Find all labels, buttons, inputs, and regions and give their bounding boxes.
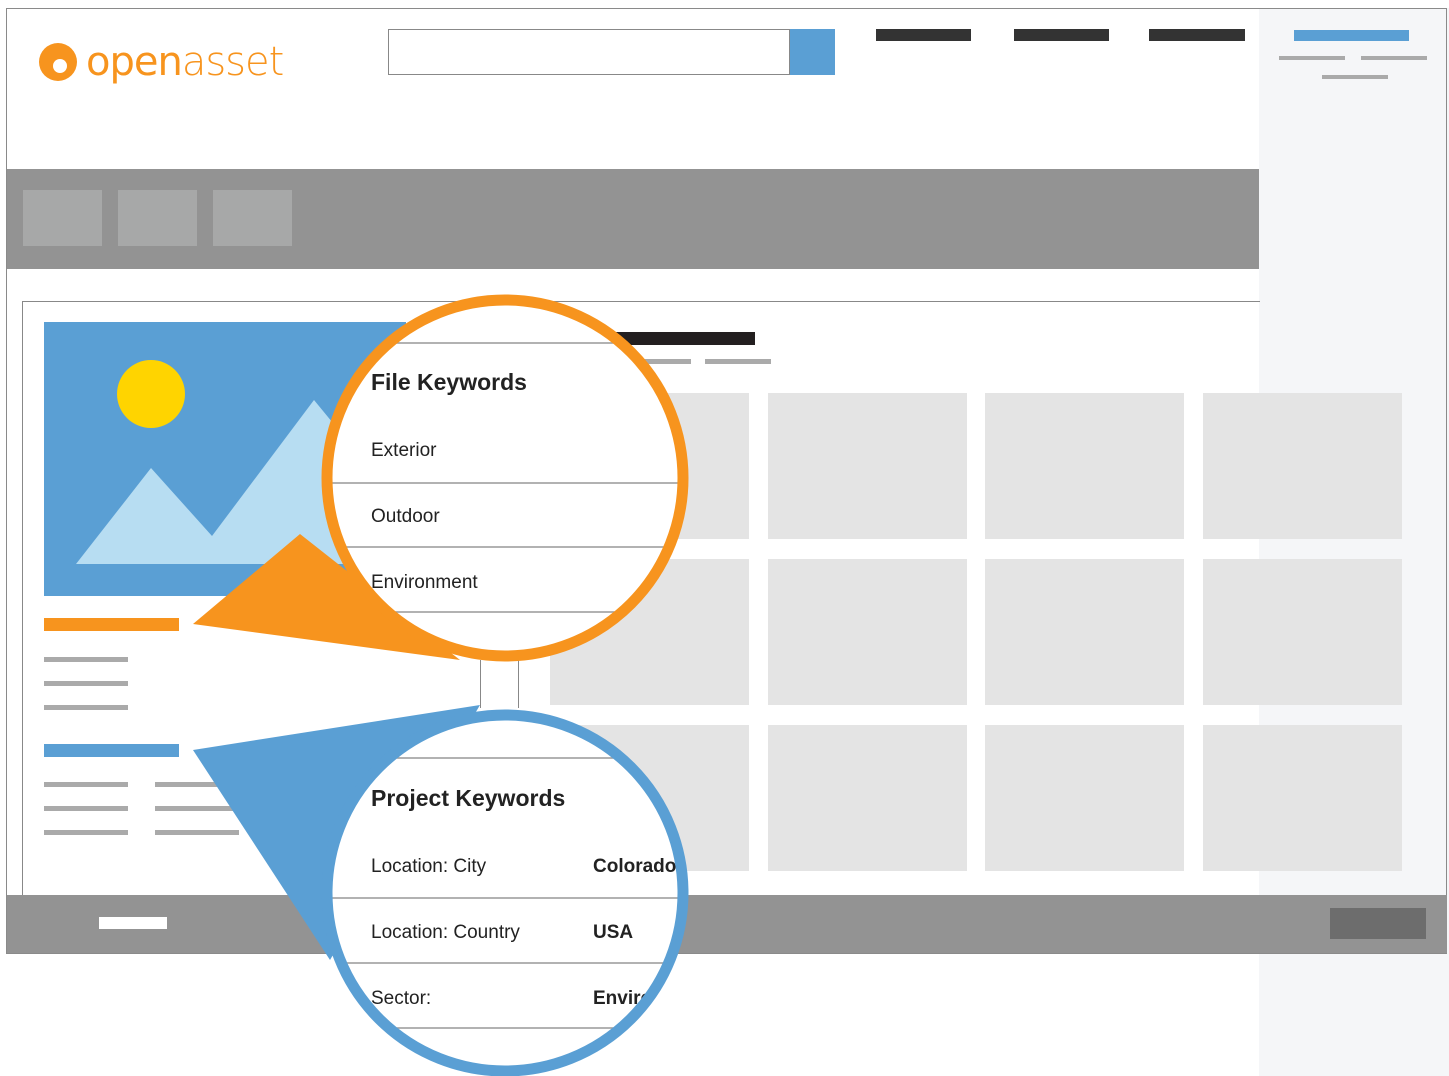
project-keyword-label: Location: City xyxy=(371,856,487,877)
file-keywords-title: File Keywords xyxy=(371,369,527,395)
file-keyword-item: Outdoor xyxy=(371,506,440,527)
project-keyword-value: Colorado xyxy=(593,856,676,877)
project-keyword-label: Sector: xyxy=(371,988,431,1009)
callout-overlay: File Keywords Exterior Outdoor Environme… xyxy=(193,294,689,1076)
project-keywords-title: Project Keywords xyxy=(371,785,565,811)
project-keyword-label: Location: Country xyxy=(371,922,520,943)
file-keyword-item: Exterior xyxy=(371,440,437,461)
file-keyword-item: Environment xyxy=(371,572,478,593)
project-keyword-value: USA xyxy=(593,922,633,943)
